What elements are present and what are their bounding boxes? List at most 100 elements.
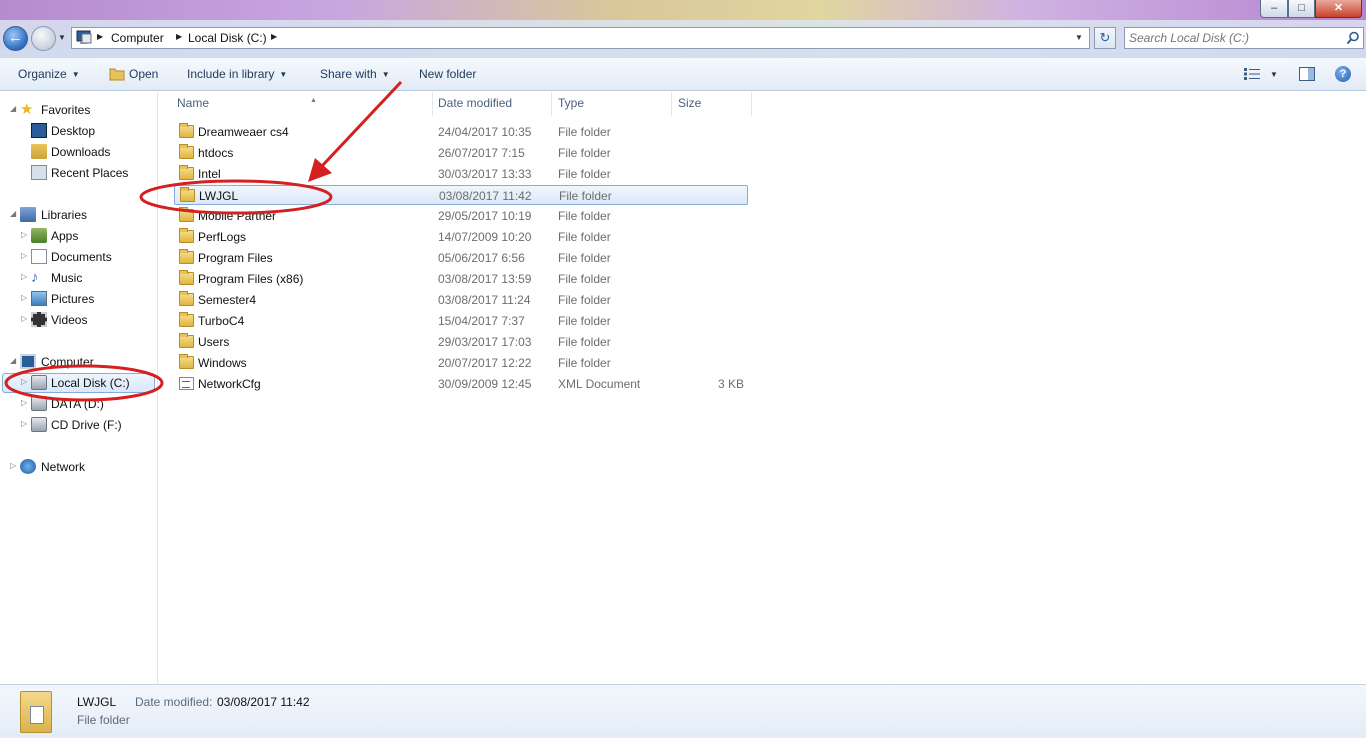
folder-icon <box>179 228 194 243</box>
file-row[interactable]: Intel 30/03/2017 13:33 File folder <box>174 164 748 184</box>
file-row[interactable]: Semester4 03/08/2017 11:24 File folder <box>174 290 748 310</box>
preview-pane-icon[interactable] <box>1299 67 1315 81</box>
nav-favorites[interactable]: ◢ ★ Favorites <box>0 100 150 120</box>
file-row[interactable]: LWJGL 03/08/2017 11:42 File folder <box>174 185 748 205</box>
file-date-modified: 15/04/2017 7:37 <box>438 314 525 328</box>
address-bar[interactable]: ▶ Computer ▶ Local Disk (C:) ▶ ▼ <box>71 27 1090 49</box>
file-row[interactable]: PerfLogs 14/07/2009 10:20 File folder <box>174 227 748 247</box>
nav-recent-places[interactable]: Recent Places <box>0 163 150 183</box>
computer-icon <box>20 354 36 369</box>
command-bar: Organize ▼ Open Include in library ▼ Share… <box>0 58 1366 91</box>
nav-local-disk-c[interactable]: ▷ Local Disk (C:) <box>0 373 150 393</box>
folder-icon <box>179 165 194 180</box>
file-date-modified: 20/07/2017 12:22 <box>438 356 532 370</box>
organize-label: Organize <box>18 67 67 81</box>
nav-desktop[interactable]: Desktop <box>0 121 150 141</box>
minimize-button[interactable]: – <box>1260 0 1288 18</box>
expand-icon[interactable]: ▷ <box>21 419 27 428</box>
address-history-dropdown[interactable]: ▼ <box>1075 33 1083 42</box>
file-date-modified: 14/07/2009 10:20 <box>438 230 532 244</box>
include-in-library-button[interactable]: Include in library ▼ <box>187 67 287 81</box>
nav-cd-drive-f[interactable]: ▷ CD Drive (F:) <box>0 415 150 435</box>
file-name: TurboC4 <box>198 314 245 328</box>
nav-music[interactable]: ▷ ♪ Music <box>0 268 150 288</box>
star-icon: ★ <box>20 101 34 118</box>
file-type: File folder <box>558 230 611 244</box>
breadcrumb-separator-icon[interactable]: ▶ <box>271 32 277 41</box>
search-box[interactable] <box>1124 27 1364 49</box>
file-name: Program Files (x86) <box>198 272 304 286</box>
new-folder-button[interactable]: New folder <box>419 67 476 81</box>
nav-documents[interactable]: ▷ Documents <box>0 247 150 267</box>
file-row[interactable]: Windows 20/07/2017 12:22 File folder <box>174 353 748 373</box>
search-input[interactable] <box>1129 30 1339 46</box>
organize-button[interactable]: Organize ▼ <box>18 67 80 81</box>
nav-label: Desktop <box>51 124 96 138</box>
column-header-date-modified[interactable]: Date modified <box>432 92 552 116</box>
expand-icon[interactable]: ▷ <box>21 251 27 260</box>
file-row[interactable]: NetworkCfg 30/09/2009 12:45 XML Document 3 … <box>174 374 748 394</box>
recent-pages-dropdown[interactable]: ▼ <box>58 33 66 42</box>
nav-pictures[interactable]: ▷ Pictures <box>0 289 150 309</box>
file-row[interactable]: Dreamweaer cs4 24/04/2017 10:35 File folde… <box>174 122 748 142</box>
maximize-button[interactable]: □ <box>1288 0 1315 18</box>
view-options-dropdown[interactable]: ▼ <box>1270 70 1278 79</box>
file-date-modified: 29/05/2017 10:19 <box>438 209 532 223</box>
collapse-icon[interactable]: ◢ <box>10 209 16 218</box>
nav-libraries[interactable]: ◢ Libraries <box>0 205 150 225</box>
open-button[interactable]: Open <box>129 67 158 81</box>
nav-data-d[interactable]: ▷ DATA (D:) <box>0 394 150 414</box>
nav-label: Network <box>41 460 86 474</box>
breadcrumb-computer[interactable]: Computer <box>111 31 164 45</box>
file-type: File folder <box>558 314 611 328</box>
breadcrumb-separator-icon[interactable]: ▶ <box>97 32 103 41</box>
nav-apps[interactable]: ▷ Apps <box>0 226 150 246</box>
expand-icon[interactable]: ▷ <box>21 230 27 239</box>
close-button[interactable]: ✕ <box>1315 0 1362 18</box>
expand-icon[interactable]: ▷ <box>21 377 27 386</box>
expand-icon[interactable]: ▷ <box>21 293 27 302</box>
file-type: File folder <box>558 125 611 139</box>
file-date-modified: 26/07/2017 7:15 <box>438 146 525 160</box>
column-header-size[interactable]: Size <box>672 92 752 116</box>
folder-icon <box>179 207 194 222</box>
file-row[interactable]: Program Files (x86) 03/08/2017 13:59 File … <box>174 269 748 289</box>
file-row[interactable]: TurboC4 15/04/2017 7:37 File folder <box>174 311 748 331</box>
file-date-modified: 29/03/2017 17:03 <box>438 335 532 349</box>
folder-icon <box>179 291 194 306</box>
file-name: PerfLogs <box>198 230 247 244</box>
share-with-label: Share with <box>320 67 377 81</box>
expand-icon[interactable]: ▷ <box>10 461 16 470</box>
nav-computer[interactable]: ◢ Computer <box>0 352 150 372</box>
back-button[interactable]: ← <box>3 26 28 51</box>
share-with-button[interactable]: Share with ▼ <box>320 67 390 81</box>
file-row[interactable]: Mobile Partner 29/05/2017 10:19 File folde… <box>174 206 748 226</box>
collapse-icon[interactable]: ◢ <box>10 104 16 113</box>
breadcrumb-local-disk[interactable]: Local Disk (C:) <box>188 31 267 45</box>
file-row[interactable]: Program Files 05/06/2017 6:56 File folder <box>174 248 748 268</box>
file-row[interactable]: Users 29/03/2017 17:03 File folder <box>174 332 748 352</box>
refresh-button[interactable]: ↻ <box>1094 27 1116 49</box>
expand-icon[interactable]: ▷ <box>21 272 27 281</box>
file-date-modified: 05/06/2017 6:56 <box>438 251 525 265</box>
file-type: File folder <box>558 251 611 265</box>
expand-icon[interactable]: ▷ <box>21 398 27 407</box>
documents-icon <box>31 249 47 264</box>
column-header-type[interactable]: Type <box>552 92 672 116</box>
nav-downloads[interactable]: Downloads <box>0 142 150 162</box>
breadcrumb-separator-icon[interactable]: ▶ <box>176 32 182 41</box>
details-name: LWJGL <box>77 695 117 709</box>
column-header-name[interactable]: Name ▲ <box>171 92 433 116</box>
collapse-icon[interactable]: ◢ <box>10 356 16 365</box>
help-icon[interactable]: ? <box>1335 66 1351 82</box>
search-icon[interactable] <box>1346 31 1360 45</box>
include-in-library-label: Include in library <box>187 67 275 81</box>
forward-arrow-icon: → <box>36 29 51 46</box>
expand-icon[interactable]: ▷ <box>21 314 27 323</box>
videos-icon <box>31 312 47 327</box>
change-view-icon[interactable] <box>1244 68 1260 80</box>
file-row[interactable]: htdocs 26/07/2017 7:15 File folder <box>174 143 748 163</box>
nav-network[interactable]: ▷ Network <box>0 457 150 477</box>
forward-button[interactable]: → <box>31 26 56 51</box>
nav-videos[interactable]: ▷ Videos <box>0 310 150 330</box>
